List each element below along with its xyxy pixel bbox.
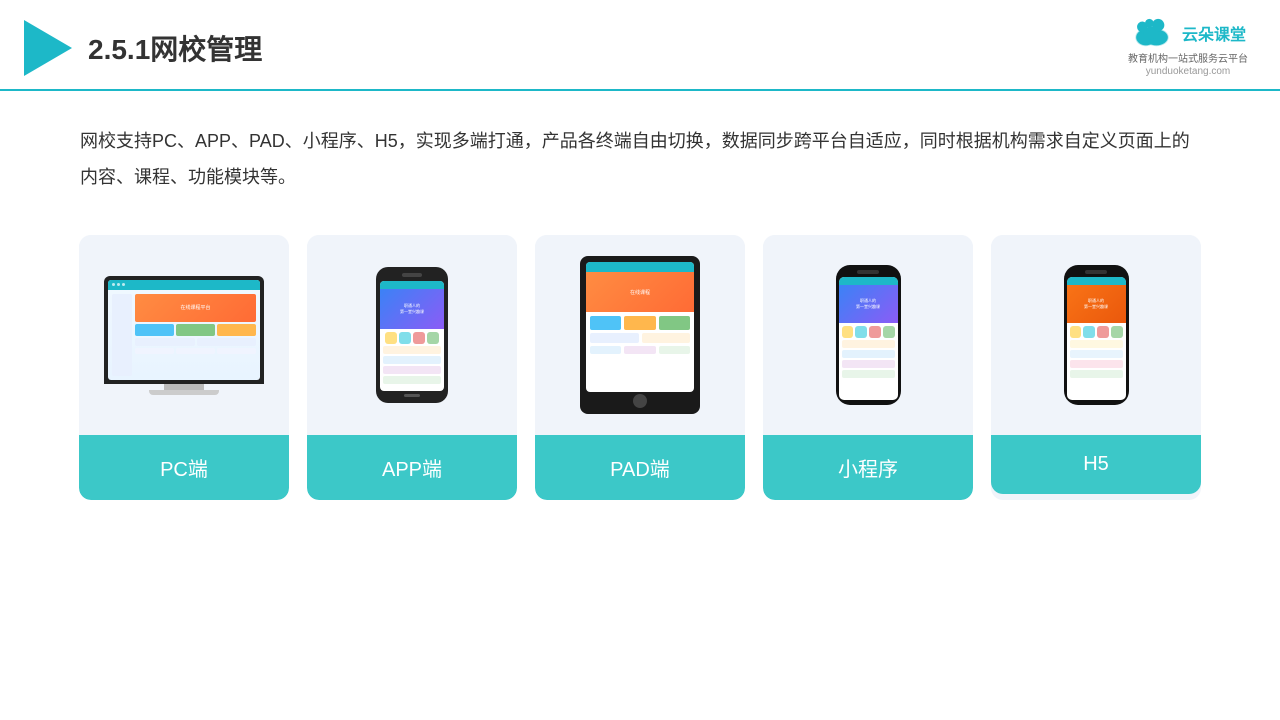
card-pad-image: 在线课程 [535, 235, 745, 435]
brand-area: 云朵课堂 教育机构一站式服务云平台 yunduoketang.com [1128, 18, 1248, 77]
phone-app-mockup: 职通人的第一堂兴趣课 [376, 267, 448, 403]
card-pc-label: PC端 [79, 435, 289, 500]
brand-logo: 云朵课堂 [1130, 18, 1246, 48]
logo-triangle-icon [24, 20, 72, 76]
card-h5-label: H5 [991, 435, 1201, 494]
card-app: 职通人的第一堂兴趣课 [307, 235, 517, 500]
card-app-label: APP端 [307, 435, 517, 500]
card-app-image: 职通人的第一堂兴趣课 [307, 235, 517, 435]
card-miniprogram-image: 职通人的第一堂兴趣课 [763, 235, 973, 435]
card-pc-image: 在线课程平台 [79, 235, 289, 435]
cards-container: 在线课程平台 [0, 215, 1280, 530]
tablet-mockup: 在线课程 [580, 256, 700, 414]
mini-phone-mockup: 职通人的第一堂兴趣课 [836, 265, 901, 405]
header: 2.5.1网校管理 云朵课堂 教育机构一站式服务云平台 yunduoketang… [0, 0, 1280, 91]
description-text: 网校支持PC、APP、PAD、小程序、H5，实现多端打通，产品各终端自由切换，数… [0, 91, 1280, 215]
page-title: 2.5.1网校管理 [88, 28, 262, 68]
card-h5-image: 职通人的第一堂兴趣课 [991, 235, 1201, 435]
card-pad-label: PAD端 [535, 435, 745, 500]
header-left: 2.5.1网校管理 [24, 20, 262, 76]
h5-phone-mockup: 职通人的第一堂兴趣课 [1064, 265, 1129, 405]
pc-mockup: 在线课程平台 [104, 276, 264, 395]
card-pad: 在线课程 [535, 235, 745, 500]
brand-url: yunduoketang.com [1146, 66, 1231, 77]
brand-tagline: 教育机构一站式服务云平台 [1128, 50, 1248, 65]
card-h5: 职通人的第一堂兴趣课 [991, 235, 1201, 500]
card-miniprogram: 职通人的第一堂兴趣课 [763, 235, 973, 500]
cloud-icon [1130, 18, 1174, 48]
card-miniprogram-label: 小程序 [763, 435, 973, 500]
card-pc: 在线课程平台 [79, 235, 289, 500]
brand-name: 云朵课堂 [1182, 21, 1246, 45]
